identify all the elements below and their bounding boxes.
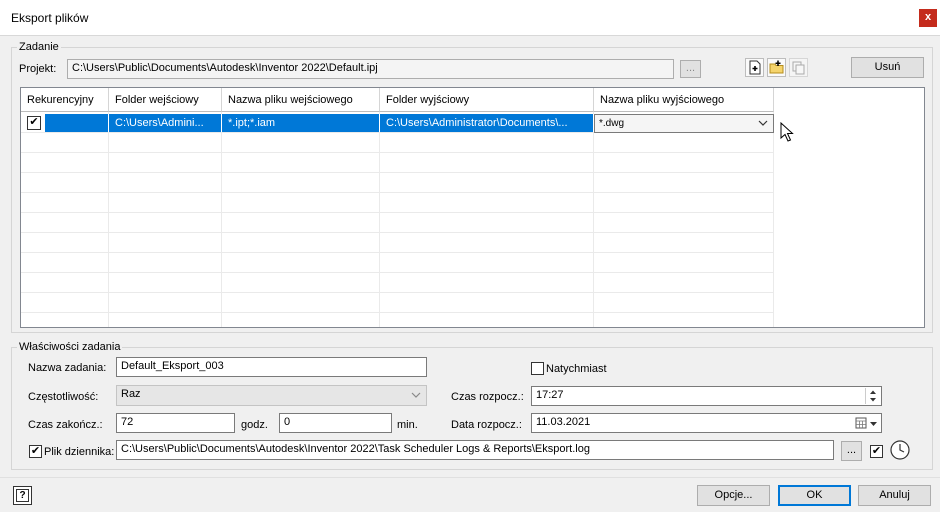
log-file-label: Plik dziennika: <box>44 446 115 458</box>
project-browse-button[interactable]: ... <box>680 60 701 78</box>
end-time-label: Czas zakończ.: <box>28 419 103 431</box>
grid-line <box>21 232 774 233</box>
spinner-arrows-icon <box>870 390 876 402</box>
title-bar <box>0 0 940 36</box>
clock-icon <box>890 440 910 460</box>
grid-line <box>221 112 222 327</box>
copy-task-button[interactable] <box>789 58 808 77</box>
new-file-icon <box>749 60 761 75</box>
task-group-label: Zadanie <box>17 41 61 53</box>
close-button[interactable]: x <box>919 9 937 27</box>
end-minutes-input[interactable]: 0 <box>279 413 392 433</box>
hours-unit-label: godz. <box>241 419 268 431</box>
help-icon: ? <box>16 489 29 502</box>
column-header-recursive[interactable]: Rekurencyjny <box>21 88 109 112</box>
chevron-down-icon <box>411 392 421 398</box>
immediate-label: Natychmiast <box>546 363 607 375</box>
help-button[interactable]: ? <box>13 486 32 505</box>
start-time-input[interactable]: 17:27 <box>531 386 882 406</box>
project-path-field[interactable]: C:\Users\Public\Documents\Autodesk\Inven… <box>67 59 674 79</box>
grid-line <box>21 152 774 153</box>
calendar-icon <box>855 417 877 429</box>
chevron-down-icon <box>758 120 768 126</box>
grid-line <box>21 212 774 213</box>
project-label: Projekt: <box>19 63 57 75</box>
start-time-spinner[interactable] <box>865 388 879 404</box>
window-title: Eksport plików <box>11 11 89 25</box>
table-cell-output-folder[interactable]: C:\Users\Administrator\Documents\... <box>380 114 594 132</box>
recursive-checkbox[interactable]: ✔ <box>27 116 41 130</box>
mouse-cursor-icon <box>780 122 794 142</box>
cancel-button[interactable]: Anuluj <box>858 485 931 506</box>
log-browse-button[interactable]: ... <box>841 441 862 461</box>
footer-separator <box>0 477 940 478</box>
column-header-output-name[interactable]: Nazwa pliku wyjściowego <box>594 88 774 112</box>
grid-line <box>108 112 109 327</box>
add-folder-icon <box>769 60 784 74</box>
grid-line <box>21 172 774 173</box>
new-task-button[interactable] <box>745 58 764 77</box>
start-date-label: Data rozpocz.: <box>451 419 522 431</box>
log-file-checkbox[interactable]: ✔ <box>29 445 42 458</box>
add-folder-button[interactable] <box>767 58 786 77</box>
grid-line <box>21 192 774 193</box>
grid-line <box>21 252 774 253</box>
task-properties-label: Właściwości zadania <box>17 341 123 353</box>
options-button[interactable]: Opcje... <box>697 485 770 506</box>
grid-line <box>593 112 594 327</box>
end-hours-input[interactable]: 72 <box>116 413 235 433</box>
table-cell-input-name[interactable]: *.ipt;*.iam <box>222 114 380 132</box>
log-file-path-input[interactable]: C:\Users\Public\Documents\Autodesk\Inven… <box>116 440 834 460</box>
frequency-value: Raz <box>121 388 141 400</box>
grid-line <box>379 112 380 327</box>
task-name-label: Nazwa zadania: <box>28 362 107 374</box>
minutes-unit-label: min. <box>397 419 418 431</box>
grid-line <box>773 112 774 327</box>
ok-button[interactable]: OK <box>778 485 851 506</box>
date-picker-button[interactable] <box>855 416 879 431</box>
frequency-dropdown[interactable]: Raz <box>116 385 427 406</box>
task-name-input[interactable]: Default_Eksport_003 <box>116 357 427 377</box>
log-option-checkbox[interactable]: ✔ <box>870 445 883 458</box>
schedule-clock-button[interactable] <box>889 439 911 461</box>
output-name-value: *.dwg <box>599 118 625 129</box>
output-name-dropdown[interactable]: *.dwg <box>594 114 774 133</box>
grid-line <box>21 272 774 273</box>
table-cell-input-folder[interactable]: C:\Users\Admini... <box>109 114 222 132</box>
immediate-checkbox[interactable] <box>531 362 544 375</box>
grid-line <box>21 312 774 313</box>
remove-button[interactable]: Usuń <box>851 57 924 78</box>
column-header-output-folder[interactable]: Folder wyjściowy <box>380 88 594 112</box>
copy-icon <box>792 61 805 75</box>
table-row-checkbox-cell: ✔ <box>21 114 45 132</box>
column-header-input-folder[interactable]: Folder wejściowy <box>109 88 222 112</box>
column-header-input-name[interactable]: Nazwa pliku wejściowego <box>222 88 380 112</box>
start-time-label: Czas rozpocz.: <box>451 391 524 403</box>
start-date-input[interactable]: 11.03.2021 <box>531 413 882 433</box>
grid-line <box>21 292 774 293</box>
frequency-label: Częstotliwość: <box>28 391 99 403</box>
table-cell-recursive[interactable] <box>45 114 109 132</box>
